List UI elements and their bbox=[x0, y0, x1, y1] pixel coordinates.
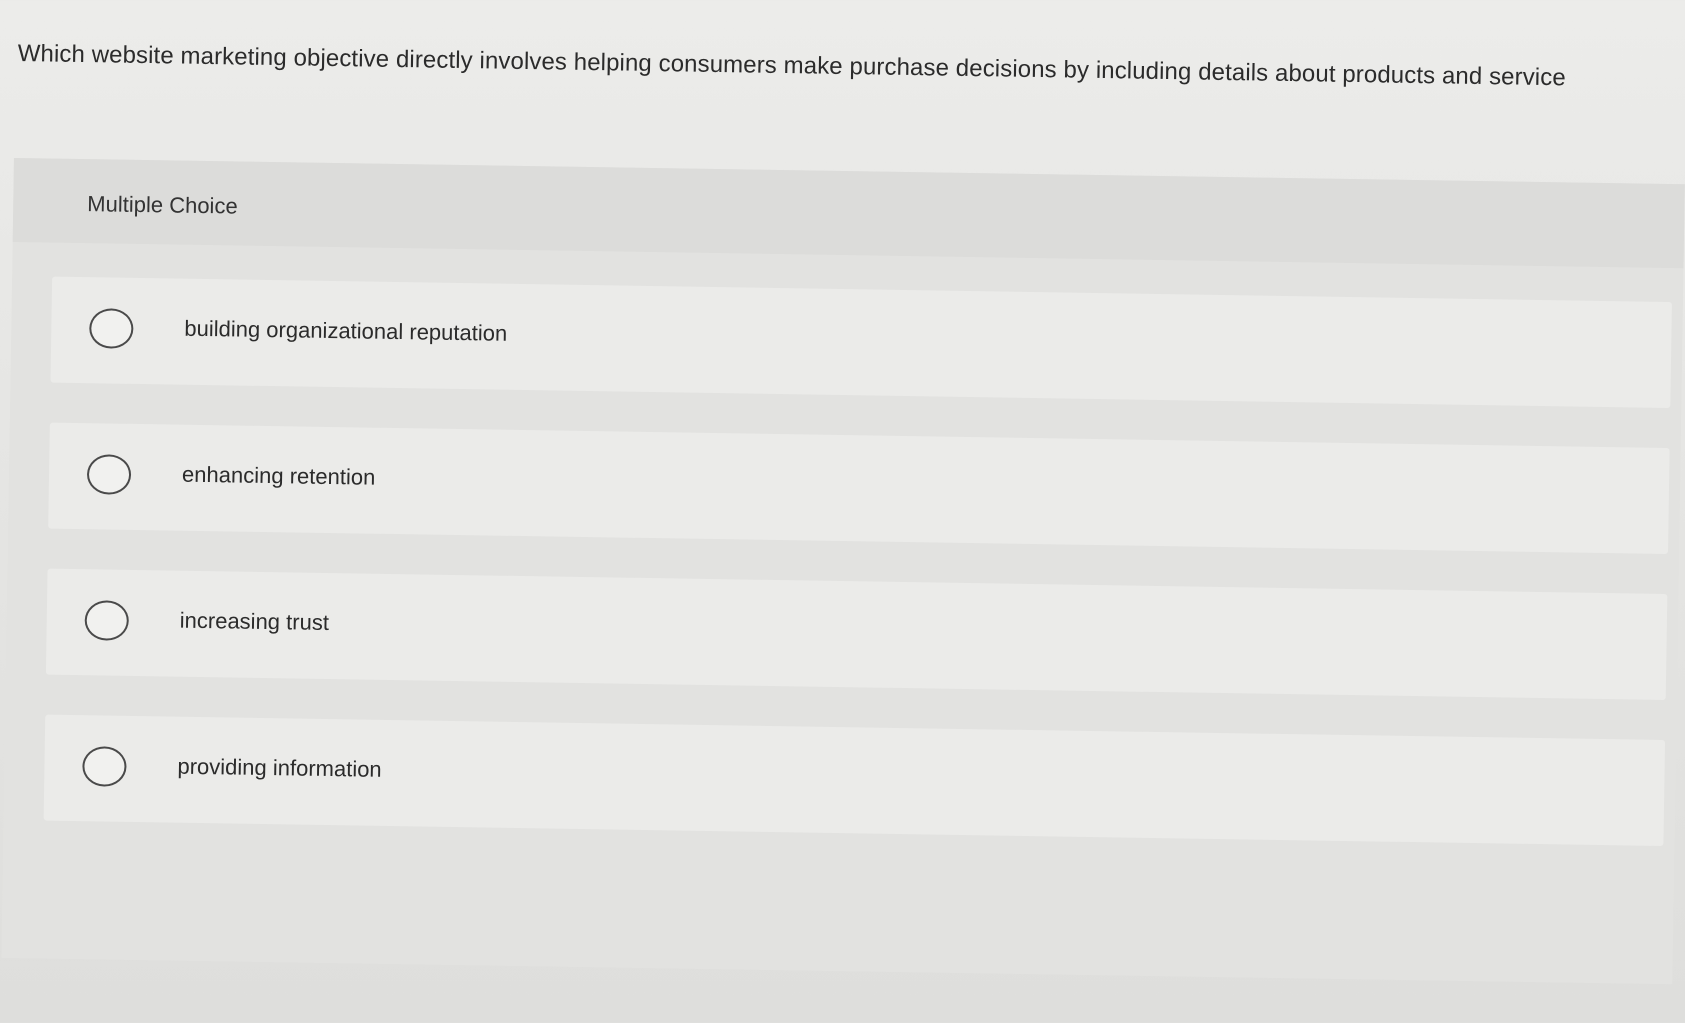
answer-option-label[interactable]: building organizational reputation bbox=[184, 316, 507, 347]
answer-option-label[interactable]: enhancing retention bbox=[182, 462, 376, 491]
answer-option-4[interactable]: providing information bbox=[43, 714, 1666, 846]
panel-header: Multiple Choice bbox=[12, 158, 1685, 269]
answer-option-1[interactable]: building organizational reputation bbox=[50, 276, 1672, 409]
answer-option-label[interactable]: increasing trust bbox=[180, 608, 330, 636]
radio-button[interactable] bbox=[82, 746, 127, 787]
answer-option-label[interactable]: providing information bbox=[177, 754, 382, 783]
radio-button[interactable] bbox=[86, 454, 132, 495]
radio-button[interactable] bbox=[89, 308, 134, 349]
answer-option-3[interactable]: increasing trust bbox=[45, 568, 1668, 701]
multiple-choice-panel: Multiple Choice building organizational … bbox=[1, 158, 1685, 985]
question-text: Which website marketing objective direct… bbox=[17, 39, 1566, 92]
answer-option-2[interactable]: enhancing retention bbox=[48, 422, 1670, 555]
question-type-label: Multiple Choice bbox=[87, 191, 238, 219]
radio-button[interactable] bbox=[84, 600, 130, 641]
